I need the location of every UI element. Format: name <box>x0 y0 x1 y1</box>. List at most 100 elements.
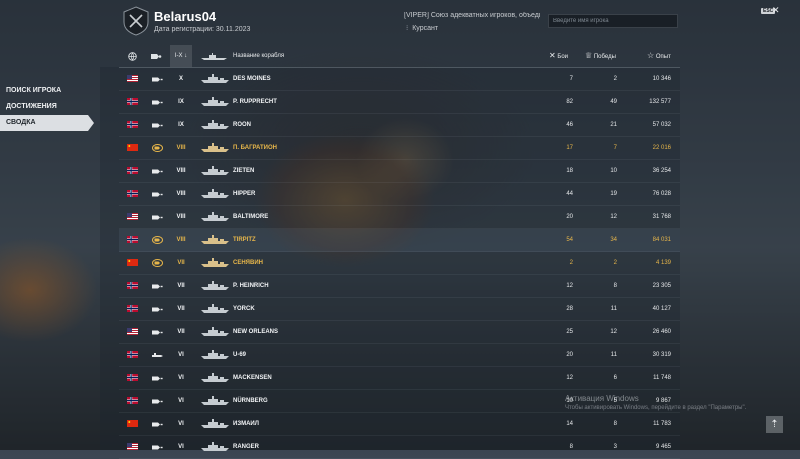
battles-count: 54 <box>566 237 573 243</box>
table-row[interactable]: X DES MOINES 7 2 10 346 <box>119 68 680 91</box>
rank-icon: ⁝ <box>406 25 409 32</box>
battles-icon: ✕ <box>549 51 556 60</box>
col-wins[interactable]: ♕ Победы <box>585 45 616 67</box>
norway-flag-icon <box>127 374 138 381</box>
table-row[interactable]: VI U-69 20 11 30 319 <box>119 344 680 367</box>
ship-tier: IX <box>178 99 184 105</box>
ship-tier: VII <box>177 306 185 312</box>
exp-value: 132 577 <box>649 99 671 105</box>
table-row[interactable]: IX P. RUPPRECHT 82 49 132 577 <box>119 91 680 114</box>
cruiser-class-icon <box>152 100 163 105</box>
globe-icon[interactable] <box>128 52 137 61</box>
col-exp[interactable]: ☆ Опыт <box>647 45 671 67</box>
premium-ship-class-icon <box>152 144 163 152</box>
table-row[interactable]: VIII П. БАГРАТИОН 17 7 22 016 <box>119 137 680 160</box>
wins-count: 7 <box>613 145 617 151</box>
close-icon[interactable]: ✕ <box>772 5 780 16</box>
ship-silhouette-icon <box>201 74 229 83</box>
ship-class-icon[interactable] <box>150 52 162 61</box>
ship-silhouette-icon <box>201 189 229 198</box>
table-row[interactable]: VII P. HEINRICH 12 8 23 305 <box>119 275 680 298</box>
ship-tier: VIII <box>176 237 186 243</box>
wins-count: 2 <box>613 76 617 82</box>
player-name: Belarus04 <box>154 9 217 24</box>
premium-ship-class-icon <box>152 236 163 244</box>
ship-silhouette-icon <box>201 120 229 129</box>
tier-filter-button[interactable]: I-X ↓ <box>170 45 192 67</box>
battles-count: 14 <box>566 421 573 427</box>
sidebar-item-player-search[interactable]: ПОИСК ИГРОКА <box>0 83 92 99</box>
wins-count: 2 <box>613 260 617 266</box>
battles-count: 46 <box>566 122 573 128</box>
clan-name-link[interactable]: [VIPER] Союз адекватных игроков, объедин… <box>404 12 540 19</box>
scroll-to-top-button[interactable]: ⇡ <box>766 416 783 433</box>
tier-filter-label: I-X <box>174 53 183 59</box>
wins-count: 8 <box>613 421 617 427</box>
cruiser-class-icon <box>152 215 163 220</box>
ship-silhouette-icon <box>201 396 229 405</box>
norway-flag-icon <box>127 190 138 197</box>
ship-name: RANGER <box>233 444 260 450</box>
ship-name: HIPPER <box>233 191 256 197</box>
col-battles[interactable]: ✕ Бои <box>549 45 568 67</box>
wins-count: 19 <box>610 191 617 197</box>
table-row[interactable]: VI RANGER 8 3 9 465 <box>119 436 680 459</box>
wins-count: 10 <box>610 168 617 174</box>
ship-name: MACKENSEN <box>233 375 272 381</box>
china-flag-icon <box>127 259 138 266</box>
cruiser-class-icon <box>152 123 163 128</box>
ship-name: ZIETEN <box>233 168 255 174</box>
table-row[interactable]: IX ROON 46 21 57 032 <box>119 114 680 137</box>
ship-tier: X <box>178 76 183 82</box>
norway-flag-icon <box>127 305 138 312</box>
sidebar-item-achievements[interactable]: ДОСТИЖЕНИЯ <box>0 99 92 115</box>
ship-name: ИЗМАИЛ <box>233 421 259 427</box>
table-row[interactable]: VIII TIRPITZ 54 34 84 031 <box>119 229 680 252</box>
exp-value: 30 319 <box>652 352 671 358</box>
col-exp-label: Опыт <box>655 54 671 60</box>
exp-value: 4 139 <box>655 260 671 266</box>
ship-name: NEW ORLEANS <box>233 329 278 335</box>
col-battles-label: Бои <box>557 54 569 60</box>
ship-name: ROON <box>233 122 251 128</box>
ship-tier: VIII <box>176 214 186 220</box>
watermark-subtitle: Чтобы активировать Windows, перейдите в … <box>565 405 747 411</box>
exp-value: 9 465 <box>655 444 671 450</box>
table-row[interactable]: VIII ZIETEN 18 10 36 254 <box>119 160 680 183</box>
sort-arrow-icon: ↓ <box>184 53 188 59</box>
table-row[interactable]: VII YORCK 28 11 40 127 <box>119 298 680 321</box>
clan-role-label: Курсант <box>412 25 439 32</box>
ship-silhouette-icon <box>201 258 229 267</box>
cruiser-class-icon <box>152 330 163 335</box>
battles-count: 8 <box>569 444 573 450</box>
player-search-input[interactable] <box>548 14 678 28</box>
norway-flag-icon <box>127 167 138 174</box>
wins-count: 11 <box>610 352 617 358</box>
sidebar-item-summary[interactable]: СВОДКА <box>0 115 94 131</box>
ship-name: NÜRNBERG <box>233 398 268 404</box>
battles-count: 44 <box>566 191 573 197</box>
ship-tier: VIII <box>176 191 186 197</box>
ship-tier: VI <box>178 398 184 404</box>
table-row[interactable]: VI ИЗМАИЛ 14 8 11 783 <box>119 413 680 436</box>
norway-flag-icon <box>127 351 138 358</box>
table-row[interactable]: VII NEW ORLEANS 25 12 26 460 <box>119 321 680 344</box>
norway-flag-icon <box>127 98 138 105</box>
wins-count: 6 <box>613 375 617 381</box>
ship-silhouette-icon <box>201 143 229 152</box>
exp-value: 10 346 <box>652 76 671 82</box>
table-row[interactable]: VIII BALTIMORE 20 12 31 768 <box>119 206 680 229</box>
col-ship-name[interactable]: Название корабля <box>233 45 284 67</box>
cruiser-class-icon <box>152 169 163 174</box>
ship-tier: VII <box>177 283 185 289</box>
table-row[interactable]: VI MACKENSEN 12 6 11 748 <box>119 367 680 390</box>
trophy-icon: ♕ <box>585 51 593 60</box>
usa-flag-icon <box>127 213 138 220</box>
china-flag-icon <box>127 144 138 151</box>
wins-count: 12 <box>610 329 617 335</box>
ship-silhouette-icon <box>201 212 229 221</box>
battles-count: 2 <box>569 260 573 266</box>
table-row[interactable]: VIII HIPPER 44 19 76 028 <box>119 183 680 206</box>
table-row[interactable]: VII СЕНЯВИН 2 2 4 139 <box>119 252 680 275</box>
ship-name: СЕНЯВИН <box>233 260 263 266</box>
